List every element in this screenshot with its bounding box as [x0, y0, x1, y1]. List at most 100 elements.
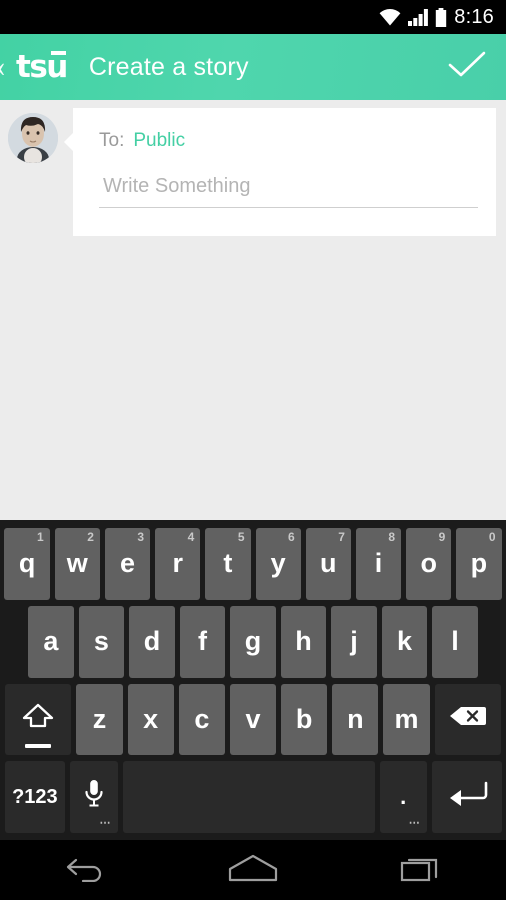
- keyboard-row-1: 1q 2w 3e 4r 5t 6y 7u 8i 9o 0p: [2, 525, 504, 603]
- key-w-alt: 2: [87, 530, 94, 544]
- key-n[interactable]: n: [332, 683, 379, 756]
- key-a[interactable]: a: [28, 605, 74, 678]
- key-b[interactable]: b: [281, 683, 328, 756]
- macron-bar: [50, 50, 66, 55]
- key-t-alt: 5: [237, 530, 245, 544]
- key-u-alt: 7: [338, 530, 345, 544]
- row2-right-pad: [480, 603, 504, 681]
- space-key[interactable]: [122, 761, 375, 833]
- key-q[interactable]: 1q: [4, 528, 50, 600]
- to-line: To: Public: [99, 130, 478, 152]
- key-u[interactable]: 7u: [305, 528, 351, 600]
- nav-recents-icon: [400, 853, 444, 888]
- key-c[interactable]: c: [178, 683, 225, 756]
- key-s-label: s: [93, 626, 109, 657]
- tsu-logo[interactable]: tsu: [14, 50, 69, 83]
- key-p[interactable]: 0p: [456, 528, 502, 600]
- keyboard-row-3: z x c v b n m: [2, 681, 504, 759]
- key-v-label: v: [245, 703, 261, 734]
- phone-screen: 8:16 ‹ tsu Create a story: [0, 0, 506, 900]
- key-l-label: l: [451, 626, 459, 657]
- key-n-label: n: [347, 703, 364, 734]
- key-t-label: t: [223, 548, 233, 579]
- key-h[interactable]: h: [280, 605, 327, 678]
- key-e[interactable]: 3e: [104, 528, 151, 600]
- key-w[interactable]: 2w: [54, 528, 100, 600]
- status-bar-clock: 8:16: [454, 5, 494, 28]
- shift-indicator-bar: [24, 744, 51, 749]
- symbols-key[interactable]: ?123: [4, 761, 66, 833]
- period-key[interactable]: . ⋯: [379, 761, 427, 833]
- shift-key[interactable]: [4, 683, 72, 756]
- back-chevron-icon[interactable]: ‹: [0, 52, 10, 82]
- key-q-label: q: [18, 548, 36, 579]
- key-f-label: f: [197, 626, 207, 657]
- key-p-label: p: [470, 548, 488, 579]
- audience-selector[interactable]: Public: [133, 130, 185, 152]
- nav-recents-button[interactable]: [377, 846, 467, 894]
- key-s[interactable]: s: [78, 605, 125, 678]
- nav-back-button[interactable]: [39, 846, 129, 894]
- keyboard-row-4: ?123 ⋯ . ⋯: [2, 758, 504, 836]
- key-t[interactable]: 5t: [205, 528, 251, 600]
- period-key-hint: ⋯: [408, 817, 421, 829]
- key-x[interactable]: x: [127, 683, 174, 756]
- key-i-alt: 8: [388, 530, 396, 544]
- navigation-bar: [0, 840, 506, 900]
- key-g[interactable]: g: [230, 605, 276, 678]
- key-y-alt: 6: [288, 530, 295, 544]
- key-e-alt: 3: [137, 530, 145, 544]
- key-k[interactable]: k: [381, 605, 428, 678]
- page-title: Create a story: [88, 52, 249, 81]
- symbols-key-label: ?123: [12, 785, 58, 808]
- compose-row: To: Public Write Something: [0, 100, 506, 236]
- key-i[interactable]: 8i: [355, 528, 402, 600]
- message-input[interactable]: Write Something: [103, 175, 478, 198]
- key-d-label: d: [143, 626, 161, 657]
- key-h-label: h: [295, 626, 312, 657]
- key-i-label: i: [374, 548, 383, 579]
- avatar[interactable]: [8, 113, 58, 163]
- period-key-label: .: [400, 784, 407, 810]
- key-m[interactable]: m: [383, 683, 430, 756]
- to-label: To:: [99, 130, 125, 151]
- key-p-alt: 0: [488, 530, 496, 544]
- keyboard-row-2: a s d f g h j k l: [2, 603, 504, 681]
- key-v[interactable]: v: [229, 683, 277, 756]
- shift-icon: [21, 702, 55, 737]
- key-c-label: c: [194, 703, 210, 734]
- message-input-wrapper[interactable]: Write Something: [99, 175, 478, 208]
- microphone-icon: [83, 779, 105, 816]
- confirm-button[interactable]: [444, 44, 490, 90]
- enter-key[interactable]: [431, 761, 502, 833]
- nav-home-button[interactable]: [208, 846, 298, 894]
- key-a-label: a: [43, 626, 59, 657]
- nav-home-icon: [227, 853, 279, 888]
- key-r-alt: 4: [187, 530, 195, 544]
- key-j-label: j: [350, 626, 358, 657]
- key-o[interactable]: 9o: [406, 528, 452, 600]
- key-d[interactable]: d: [129, 605, 175, 678]
- soft-keyboard: 1q 2w 3e 4r 5t 6y 7u 8i 9o 0p a s d f g …: [0, 520, 506, 840]
- key-z-label: z: [92, 703, 107, 734]
- backspace-icon: [449, 704, 487, 735]
- key-y[interactable]: 6y: [255, 528, 301, 600]
- key-y-label: y: [270, 548, 286, 579]
- microphone-key[interactable]: ⋯: [70, 761, 118, 833]
- backspace-key[interactable]: [434, 683, 502, 756]
- battery-icon: [435, 7, 447, 27]
- key-r[interactable]: 4r: [155, 528, 201, 600]
- key-k-label: k: [397, 626, 413, 657]
- nav-back-icon: [63, 854, 105, 887]
- key-g-label: g: [244, 626, 262, 657]
- key-o-label: o: [420, 548, 437, 579]
- avatar-image: [8, 113, 58, 163]
- key-z[interactable]: z: [76, 683, 123, 756]
- check-icon: [447, 50, 487, 85]
- signal-icon: [408, 8, 429, 26]
- key-f[interactable]: f: [179, 605, 226, 678]
- key-l[interactable]: l: [432, 605, 478, 678]
- key-x-label: x: [143, 703, 159, 734]
- key-e-label: e: [119, 548, 135, 579]
- key-j[interactable]: j: [331, 605, 377, 678]
